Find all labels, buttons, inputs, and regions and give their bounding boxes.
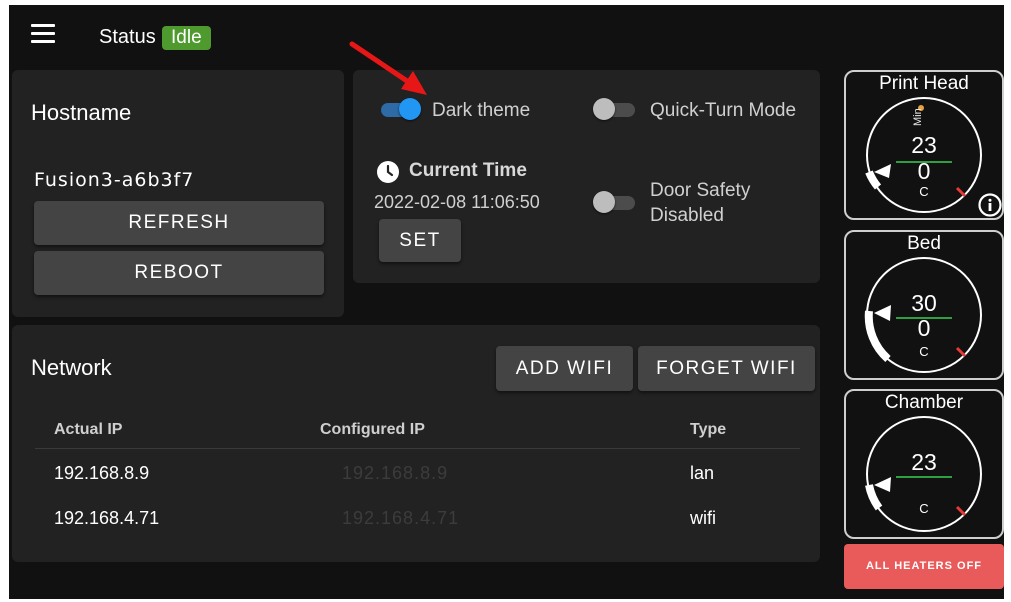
status-label: Status [99,26,156,48]
forget-wifi-button[interactable]: FORGET WIFI [638,346,815,391]
all-heaters-off-button[interactable]: ALL HEATERS OFF [844,544,1004,589]
gauge-target-value: 0 [917,158,931,184]
gauge-target-value: 0 [917,315,931,341]
column-header-actual-ip: Actual IP [54,421,123,438]
table-divider [35,448,800,449]
status-badge: Idle [162,26,211,50]
gauge-mini-label: Min [912,108,924,126]
app-frame: Status Idle Hostname Fusion3-a6b3f7 REFR… [9,5,1004,599]
refresh-button[interactable]: REFRESH [34,201,324,245]
door-safety-toggle[interactable] [593,191,637,213]
dark-theme-label: Dark theme [432,100,531,121]
clock-icon [377,161,399,183]
print-head-gauge[interactable]: Print Head Min 23 0 C [844,70,1004,220]
hostname-value: Fusion3-a6b3f7 [34,169,195,191]
door-safety-label: Door Safety Disabled [650,178,750,228]
add-wifi-button[interactable]: ADD WIFI [496,346,633,391]
door-safety-label-line1: Door Safety [650,180,751,201]
current-time-title: Current Time [409,160,527,181]
column-header-type: Type [690,421,727,438]
hostname-title: Hostname [31,100,132,125]
info-icon[interactable] [978,193,1002,217]
reboot-button[interactable]: REBOOT [34,251,324,295]
set-time-button[interactable]: SET [379,219,461,262]
gauge-unit: C [919,501,929,516]
chamber-gauge[interactable]: Chamber 23 C [844,389,1004,539]
dark-theme-toggle[interactable] [377,98,421,120]
top-bar: Status Idle [9,5,1004,65]
quick-turn-toggle[interactable] [593,98,637,120]
gauge-actual-value: 23 [911,449,937,475]
row-configured-ip: 192.168.8.9 [342,463,449,483]
gauge-actual-value: 23 [911,132,937,158]
row-configured-ip: 192.168.4.71 [342,508,460,528]
row-actual-ip: 192.168.8.9 [54,463,150,483]
gauge-actual-value: 30 [911,290,937,316]
row-actual-ip: 192.168.4.71 [54,508,160,528]
column-header-configured-ip: Configured IP [320,421,425,438]
hamburger-menu-icon[interactable] [31,24,55,44]
current-time-value: 2022-02-08 11:06:50 [374,192,540,212]
bed-gauge[interactable]: Bed 30 0 C [844,230,1004,380]
row-type: lan [690,463,715,483]
network-title: Network [31,355,112,380]
quick-turn-label: Quick-Turn Mode [650,100,797,121]
gauge-unit: C [919,184,929,199]
door-safety-label-line2: Disabled [650,205,724,226]
gauge-unit: C [919,344,929,359]
row-type: wifi [690,508,716,528]
